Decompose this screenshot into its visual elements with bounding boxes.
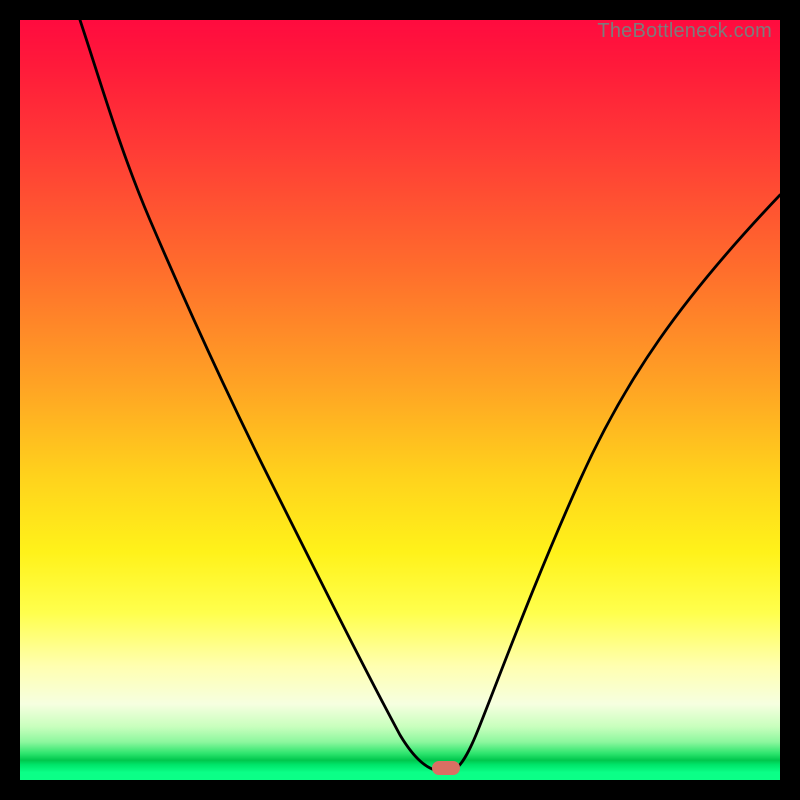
minimum-marker	[432, 761, 460, 775]
plot-area: TheBottleneck.com	[20, 20, 780, 780]
watermark-label: TheBottleneck.com	[597, 20, 772, 43]
chart-frame: TheBottleneck.com	[0, 0, 800, 800]
bottleneck-curve	[20, 20, 780, 780]
curve-path	[80, 20, 780, 771]
